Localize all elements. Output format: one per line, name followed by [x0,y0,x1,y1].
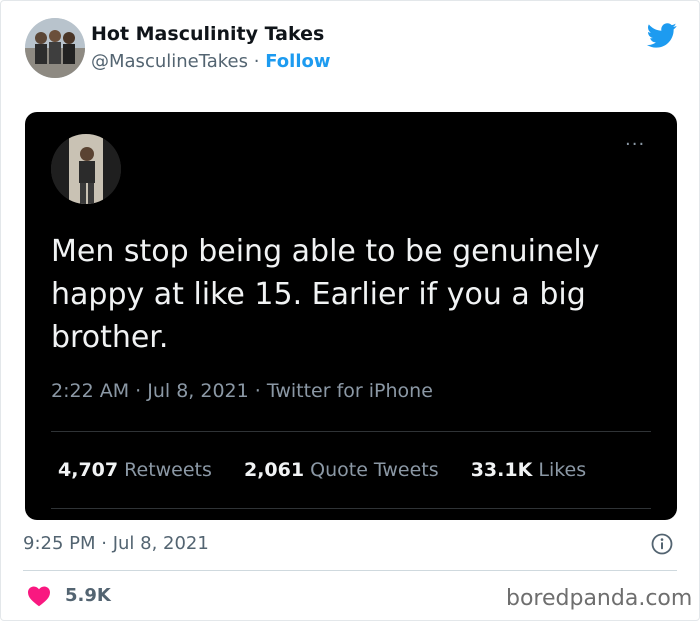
retweets-count: 4,707 [58,459,119,481]
likes-label: Likes [538,459,587,481]
author-name[interactable]: Hot Masculinity Takes [91,23,324,45]
watermark: boredpanda.com [506,586,693,611]
info-icon[interactable] [651,533,673,555]
author-avatar[interactable] [25,18,85,78]
twitter-bird-icon[interactable] [645,19,679,49]
screenshot-stats: 4,707 Retweets 2,061 Quote Tweets 33.1K … [58,459,586,481]
screenshot-meta: 2:22 AM · Jul 8, 2021 · Twitter for iPho… [51,380,433,402]
handle-separator: · [253,51,260,72]
screenshot-divider [51,431,651,432]
screenshot-date: Jul 8, 2021 [147,380,249,402]
tweet-screenshot: ··· Men stop being able to be genuinely … [25,112,677,520]
tweet-embed-card: Hot Masculinity Takes @MasculineTakes · … [0,0,700,621]
author-handle-line: @MasculineTakes · Follow [91,51,331,72]
quote-tweets-label: Quote Tweets [310,459,439,481]
tweet-timestamp[interactable]: 9:25 PM · Jul 8, 2021 [23,533,209,554]
screenshot-avatar [51,134,121,204]
heart-icon[interactable] [27,585,51,607]
screenshot-time: 2:22 AM [51,380,130,402]
screenshot-tweet-text: Men stop being able to be genuinely happ… [51,234,600,355]
footer-divider [23,570,677,571]
like-count[interactable]: 5.9K [65,585,111,606]
quote-tweets-count: 2,061 [243,459,305,481]
retweets-label: Retweets [124,459,212,481]
author-handle[interactable]: @MasculineTakes [91,51,248,72]
more-icon: ··· [625,134,646,155]
likes-count: 33.1K [470,459,533,481]
screenshot-source: Twitter for iPhone [266,380,433,402]
screenshot-divider-bottom [51,508,651,509]
follow-button[interactable]: Follow [265,51,330,72]
